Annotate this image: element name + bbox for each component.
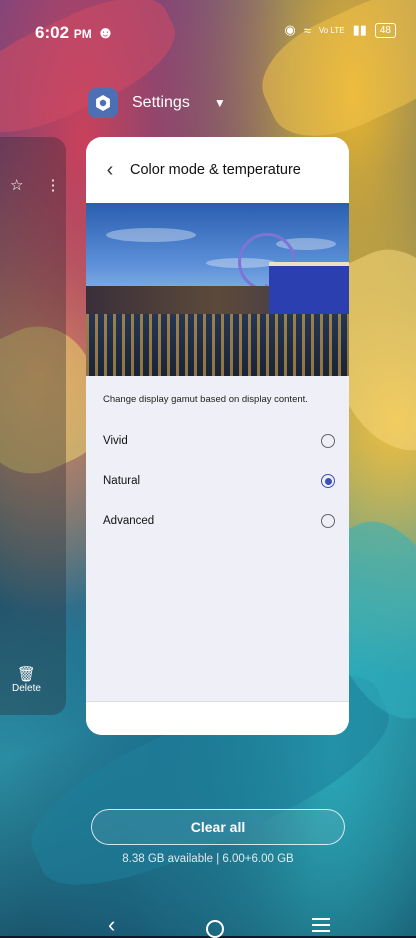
recent-card-settings[interactable]: ‹ Color mode & temperature Change displa… [86, 137, 349, 735]
wifi-icon: ≈ [303, 22, 311, 38]
delete-label: Delete [12, 683, 41, 694]
more-icon[interactable]: ⋮ [45, 176, 60, 194]
chevron-down-icon[interactable]: ▼ [214, 96, 226, 110]
option-advanced[interactable]: Advanced [86, 501, 349, 541]
account-icon: ☻ [96, 23, 115, 42]
lit-building [269, 262, 349, 314]
radio-button[interactable] [321, 434, 335, 448]
nfc-icon: ◉ [284, 22, 296, 37]
memory-info: 8.38 GB available | 6.00+6.00 GB [122, 853, 294, 865]
card-footer [86, 701, 349, 735]
clock: 6:02 PM ☻ [35, 23, 114, 43]
signal-icon: ▮▮ [352, 22, 367, 37]
radio-button[interactable] [321, 514, 335, 528]
trash-icon: 🗑 [16, 666, 36, 683]
system-icons: ◉ ≈ Vo LTE ▮▮ 48 [284, 22, 396, 38]
recent-card-side[interactable] [0, 137, 66, 715]
clear-all-button[interactable]: Clear all [91, 809, 345, 845]
recents-icon[interactable] [312, 918, 330, 936]
clock-time: 6:02 [35, 23, 70, 42]
volte-label: Vo LTE [318, 25, 345, 35]
battery-level: 48 [379, 24, 391, 36]
cloud [106, 228, 196, 242]
preview-image [86, 203, 349, 376]
radio-button-selected[interactable] [321, 474, 335, 488]
back-arrow-icon[interactable]: ‹ [90, 159, 130, 182]
option-vivid[interactable]: Vivid [86, 421, 349, 461]
clock-ampm: PM [73, 27, 92, 41]
navigation-bar: ‹ [0, 912, 416, 938]
gear-icon [88, 88, 118, 118]
water-reflection [86, 314, 349, 376]
battery-icon: 48 [374, 22, 396, 38]
description: Change display gamut based on display co… [103, 394, 308, 405]
side-card-icons: ☆ ⋮ [10, 176, 60, 194]
recent-app-label[interactable]: Settings ▼ [88, 88, 226, 118]
status-bar: 6:02 PM ☻ ◉ ≈ Vo LTE ▮▮ 48 [0, 0, 416, 60]
settings-header: ‹ Color mode & temperature [86, 137, 349, 203]
home-icon[interactable] [206, 920, 224, 938]
side-delete[interactable]: 🗑 Delete [12, 665, 41, 694]
option-label: Vivid [103, 435, 128, 447]
option-label: Advanced [103, 515, 155, 527]
star-icon[interactable]: ☆ [10, 176, 23, 194]
page-title: Color mode & temperature [130, 162, 301, 178]
recent-app-name: Settings [132, 94, 190, 111]
option-natural[interactable]: Natural [86, 461, 349, 501]
option-label: Natural [103, 475, 141, 487]
back-icon[interactable]: ‹ [108, 912, 115, 938]
